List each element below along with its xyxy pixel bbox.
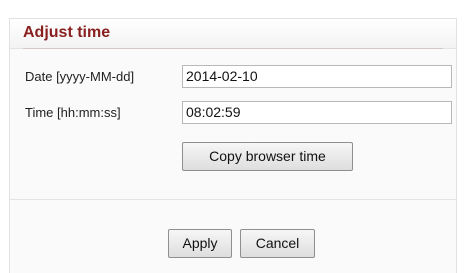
- adjust-time-panel: Adjust time Date [yyyy-MM-dd] 2014-02-10…: [9, 18, 457, 273]
- time-label: Time [hh:mm:ss]: [25, 105, 121, 120]
- copy-browser-time-button[interactable]: Copy browser time: [182, 142, 353, 171]
- time-input[interactable]: 08:02:59: [182, 101, 452, 124]
- panel-title: Adjust time: [23, 24, 111, 41]
- date-input[interactable]: 2014-02-10: [182, 65, 452, 88]
- title-underline: [23, 48, 443, 49]
- divider: [10, 199, 456, 200]
- apply-button[interactable]: Apply: [168, 229, 232, 258]
- date-label: Date [yyyy-MM-dd]: [25, 69, 135, 84]
- cancel-button[interactable]: Cancel: [240, 229, 315, 258]
- panel-header: Adjust time: [10, 19, 456, 49]
